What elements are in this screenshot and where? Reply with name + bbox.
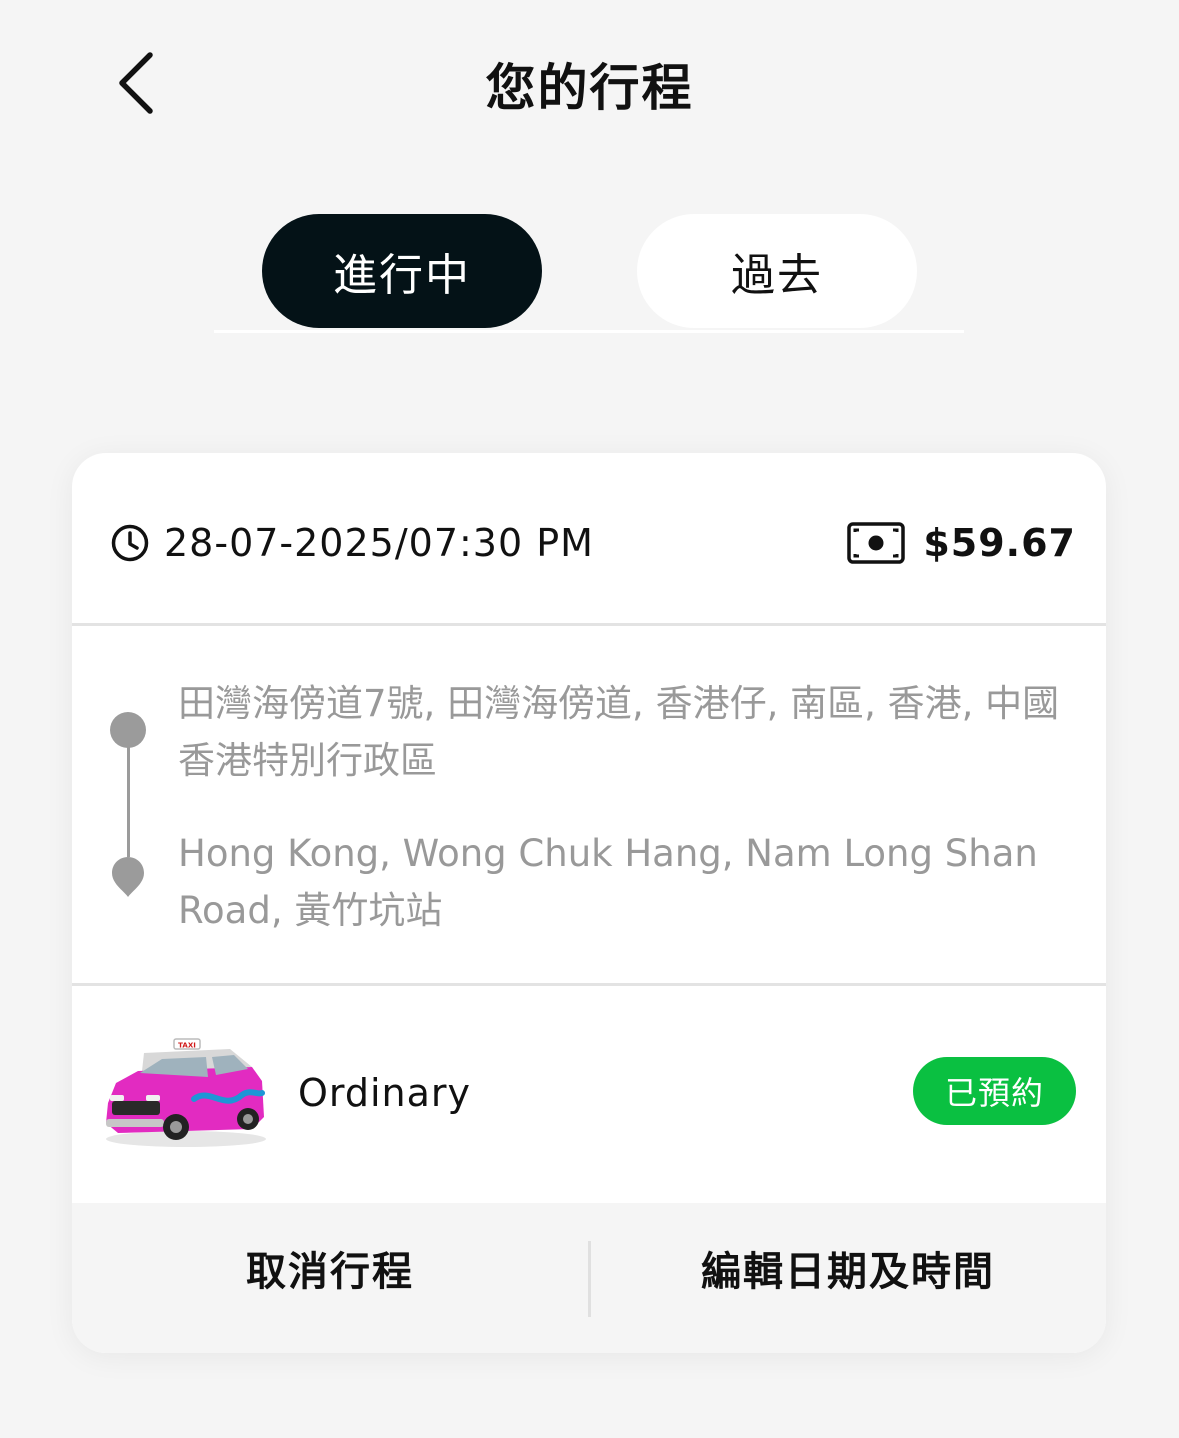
fare-amount: $59.67 [923, 521, 1076, 565]
divider [72, 623, 1106, 626]
tab-bar: 進行中 過去 [214, 214, 964, 334]
header: 您的行程 [0, 0, 1179, 170]
route: 田灣海傍道7號, 田灣海傍道, 香港仔, 南區, 香港, 中國香港特別行政區 H… [72, 627, 1106, 983]
vehicle-type: Ordinary [298, 1071, 472, 1115]
taxi-sign-text: TAXI [178, 1042, 196, 1050]
trip-datetime: 28-07-2025/07:30 PM [164, 521, 594, 565]
trip-card[interactable]: 28-07-2025/07:30 PM $59.67 田灣海傍道7號, 田灣海傍… [72, 453, 1106, 1353]
divider [72, 983, 1106, 986]
destination-pin-icon [112, 857, 144, 897]
pickup-address: 田灣海傍道7號, 田灣海傍道, 香港仔, 南區, 香港, 中國香港特別行政區 [178, 682, 1060, 782]
tab-past[interactable]: 過去 [637, 214, 917, 328]
trip-summary: 28-07-2025/07:30 PM $59.67 [72, 453, 1106, 625]
cancel-trip-button[interactable]: 取消行程 [72, 1203, 588, 1333]
vehicle-row: TAXI Ordinary 已預約 [72, 987, 1106, 1203]
dropoff-address: Hong Kong, Wong Chuk Hang, Nam Long Shan… [178, 832, 1038, 932]
status-badge: 已預約 [912, 1057, 1076, 1125]
trip-actions: 取消行程 編輯日期及時間 [72, 1203, 1106, 1353]
trips-page: 您的行程 進行中 過去 28-07-2025/07:30 PM $59.67 田… [0, 0, 1179, 1438]
pickup-dot-icon [110, 712, 146, 748]
tab-underline [214, 330, 964, 333]
clock-icon [111, 524, 149, 562]
route-line [127, 747, 130, 857]
trip-time: 28-07-2025/07:30 PM [110, 521, 594, 565]
tab-ongoing[interactable]: 進行中 [262, 214, 542, 328]
page-title: 您的行程 [485, 59, 694, 117]
cash-icon [847, 522, 906, 564]
taxi-icon: TAXI [106, 1038, 266, 1147]
trip-fare: $59.67 [847, 521, 1076, 565]
edit-datetime-button[interactable]: 編輯日期及時間 [590, 1203, 1106, 1333]
